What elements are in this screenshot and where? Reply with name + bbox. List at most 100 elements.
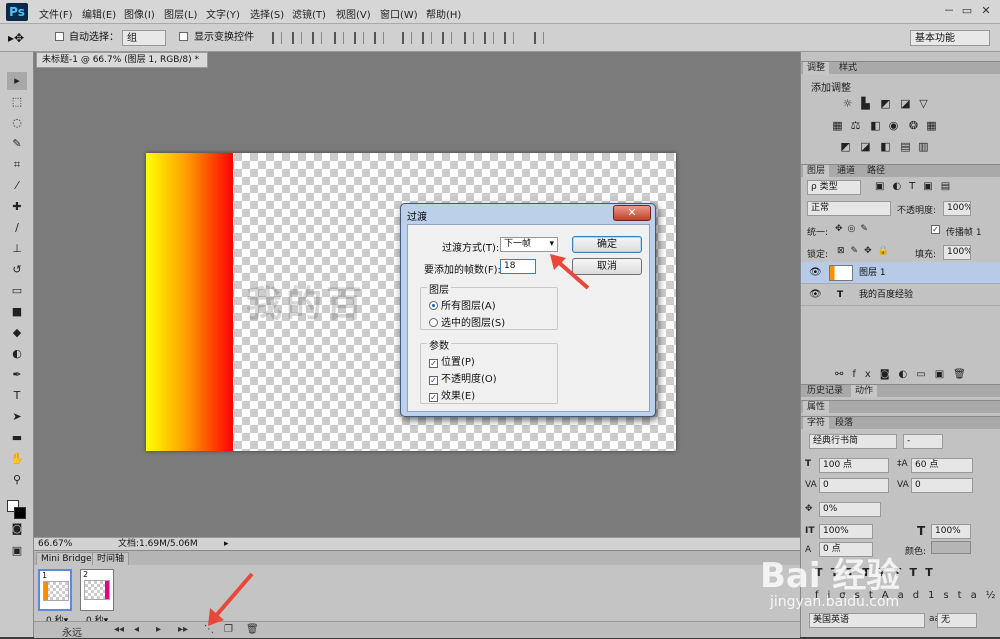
brush-tool-icon[interactable]: ∕ [7,219,27,237]
layer-kind-filter[interactable]: ρ 类型 [807,180,861,195]
proportional-spacing-field[interactable]: 0% [819,502,881,517]
tab-channels[interactable]: 通道 [833,165,859,178]
document-tab[interactable]: 未标题-1 @ 66.7% (图层 1, RGB/8) * [36,52,208,68]
brightness-icon[interactable]: ☼ [841,98,854,109]
menu-file[interactable]: 文件(F) [39,6,73,21]
levels-icon[interactable]: ▙ [859,98,872,109]
font-family-dropdown[interactable]: 经典行书简 [809,434,897,449]
vibrance-icon[interactable]: ▽ [917,98,930,109]
menu-select[interactable]: 选择(S) [250,6,284,21]
menu-window[interactable]: 窗口(W) [380,6,418,21]
opacity-checkbox[interactable]: ✓ 不透明度(O) [429,370,497,385]
zoom-level[interactable]: 66.67% [38,538,72,550]
blend-mode-dropdown[interactable]: 正常 [807,201,891,216]
quick-select-icon[interactable]: ✎ [7,135,27,153]
frames-count-input[interactable]: 18 [500,259,536,274]
distribute-bottom-icon[interactable] [442,32,452,44]
zoom-tool-icon[interactable]: ⚲ [7,471,27,489]
minimize-icon[interactable]: － [940,3,958,19]
marquee-tool-icon[interactable]: ⬚ [7,93,27,111]
effects-checkbox[interactable]: ✓ 效果(E) [429,387,475,402]
next-frame-icon[interactable]: ▸▸ [178,624,188,635]
align-top-icon[interactable] [272,32,282,44]
tab-character[interactable]: 字符 [803,417,830,430]
selected-layers-radio[interactable]: 选中的图层(S) [429,314,505,329]
tab-history[interactable]: 历史记录 [803,385,847,398]
align-bottom-icon[interactable] [312,32,322,44]
animation-frame[interactable]: 1 [38,569,72,611]
unify-icons[interactable]: ✥◎✎ [835,224,873,234]
tab-mini-bridge[interactable]: Mini Bridge [36,552,97,565]
align-hcenter-icon[interactable] [354,32,364,44]
align-vcenter-icon[interactable] [292,32,302,44]
layer-row[interactable]: 👁 图层 1 [801,262,1000,284]
layer-footer-icons[interactable]: ⚯fx◙◐▭▣🗑 [835,369,975,380]
eraser-tool-icon[interactable]: ▭ [7,282,27,300]
distribute-top-icon[interactable] [402,32,412,44]
auto-select-checkbox[interactable] [55,30,67,46]
curves-icon[interactable]: ◩ [879,98,892,109]
visibility-eye-icon[interactable]: 👁 [809,262,822,284]
stamp-tool-icon[interactable]: ⊥ [7,240,27,258]
menu-filter[interactable]: 滤镜(T) [292,6,326,21]
prev-frame-icon[interactable]: ◂ [134,624,139,635]
gradient-map-icon[interactable]: ▥ [917,141,930,152]
photo-filter-icon[interactable]: ◉ [887,120,900,131]
tab-styles[interactable]: 样式 [835,62,861,75]
restore-icon[interactable]: ▭ [958,3,976,19]
lock-icons[interactable]: ⊠✎✥🔒 [837,246,895,256]
layer-row[interactable]: 👁 T 我的百度经验 [801,284,1000,306]
balance-icon[interactable]: ⚖ [849,120,862,131]
close-icon[interactable]: ✕ [977,3,995,19]
tracking-field[interactable]: 0 [911,478,973,493]
menu-help[interactable]: 帮助(H) [426,6,461,21]
distribute-right-icon[interactable] [504,32,514,44]
play-icon[interactable]: ▸ [156,624,161,635]
menu-edit[interactable]: 编辑(E) [82,6,116,21]
tab-actions[interactable]: 动作 [851,385,878,398]
align-left-icon[interactable] [334,32,344,44]
tween-method-dropdown[interactable]: 下一帧 ▾ [500,237,558,252]
status-arrow-icon[interactable]: ▸ [224,538,229,550]
align-right-icon[interactable] [374,32,384,44]
invert-icon[interactable]: ◩ [839,141,852,152]
font-size-field[interactable]: 100 点 [819,458,889,473]
hand-tool-icon[interactable]: ✋ [7,450,27,468]
tab-properties[interactable]: 属性 [803,401,830,414]
tab-paragraph[interactable]: 段落 [831,417,857,430]
font-style-dropdown[interactable]: - [903,434,943,449]
blur-tool-icon[interactable]: ◆ [7,324,27,342]
threshold-icon[interactable]: ◧ [879,141,892,152]
ok-button[interactable]: 确定 [572,236,642,253]
posterize-icon[interactable]: ◪ [859,141,872,152]
tab-timeline[interactable]: 时间轴 [92,552,130,565]
auto-align-icon[interactable] [534,32,544,44]
exposure-icon[interactable]: ◪ [899,98,912,109]
path-select-icon[interactable]: ➤ [7,408,27,426]
move-tool-icon[interactable]: ▸✥ [8,30,24,46]
dialog-close-button[interactable]: ✕ [613,205,651,221]
menu-image[interactable]: 图像(I) [124,6,155,21]
history-brush-icon[interactable]: ↺ [7,261,27,279]
kerning-field[interactable]: 0 [819,478,889,493]
type-tool-icon[interactable]: T [7,387,27,405]
opacity-field[interactable]: 100% [943,201,971,216]
gradient-tool-icon[interactable]: ■ [7,303,27,321]
workspace-dropdown[interactable]: 基本功能 [910,30,990,46]
all-layers-radio[interactable]: 所有图层(A) [429,297,496,312]
eyedropper-icon[interactable]: ⁄ [7,177,27,195]
visibility-eye-icon[interactable]: 👁 [809,284,822,306]
shape-tool-icon[interactable]: ▬ [7,429,27,447]
crop-tool-icon[interactable]: ⌗ [7,156,27,174]
dodge-tool-icon[interactable]: ◐ [7,345,27,363]
animation-frame[interactable]: 2 [80,569,114,611]
bw-icon[interactable]: ◧ [869,120,882,131]
selective-color-icon[interactable]: ▤ [899,141,912,152]
tab-adjustments[interactable]: 调整 [803,62,830,75]
screen-mode-icon[interactable]: ▣ [7,542,27,560]
healing-brush-icon[interactable]: ✚ [7,198,27,216]
auto-select-dropdown[interactable]: 组 [122,30,166,46]
fill-field[interactable]: 100% [943,245,971,260]
propagate-checkbox[interactable]: ✓ [931,224,943,234]
menu-view[interactable]: 视图(V) [336,6,371,21]
